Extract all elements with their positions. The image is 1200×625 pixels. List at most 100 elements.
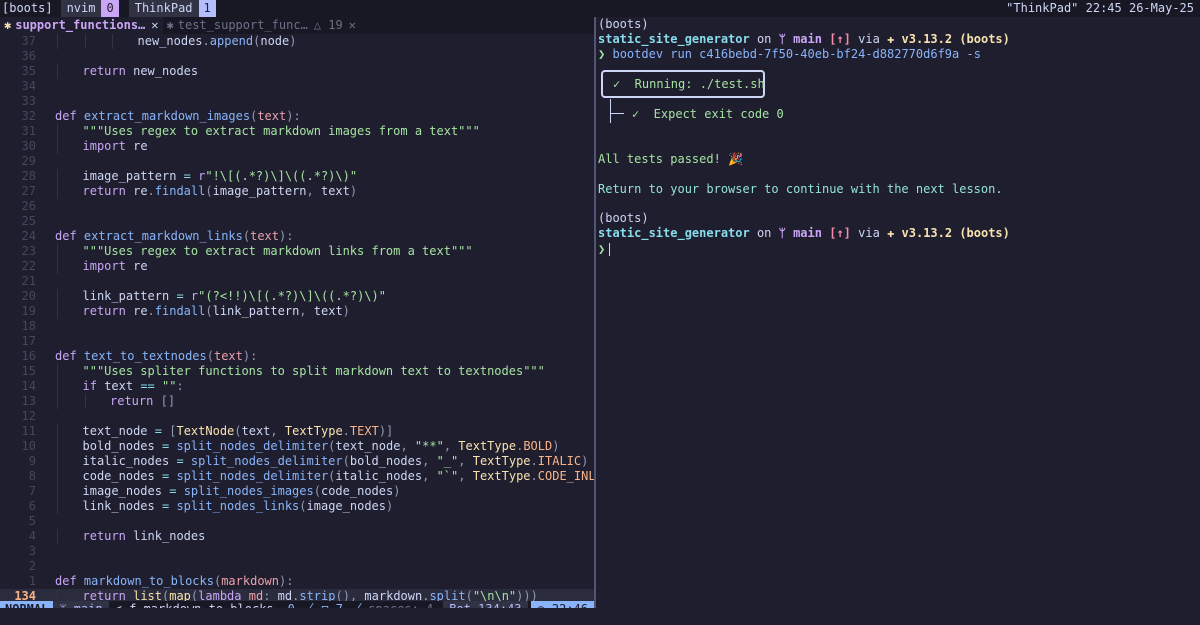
line-number: 30 bbox=[21, 139, 36, 153]
indent-guide bbox=[57, 244, 58, 259]
code-line[interactable]: 5 bbox=[0, 514, 594, 529]
code-line[interactable]: 10 bold_nodes = split_nodes_delimiter(tex… bbox=[0, 439, 594, 454]
python-icon: ✱ bbox=[166, 18, 174, 32]
code-line[interactable]: 21 bbox=[0, 274, 594, 289]
code-line[interactable]: 29 bbox=[0, 154, 594, 169]
line-number: 34 bbox=[21, 79, 36, 93]
tree-connector bbox=[610, 99, 611, 123]
indent-guide bbox=[57, 529, 58, 544]
code-line[interactable]: 4 return link_nodes bbox=[0, 529, 594, 544]
code-line[interactable]: 19 return re.findall(link_pattern, text) bbox=[0, 304, 594, 319]
buffer-tab-test-support-functions[interactable]: ✱ test_support_func… △ 19 ✕ bbox=[163, 17, 360, 34]
return-message: Return to your browser to continue with … bbox=[598, 182, 1003, 196]
code-text: def extract_markdown_images(text): bbox=[55, 109, 301, 123]
tmux-session-name: [boots] bbox=[2, 1, 53, 15]
indent-guide bbox=[57, 64, 58, 79]
tmux-window-thinkpad[interactable]: ThinkPad 1 bbox=[127, 0, 216, 17]
active-prompt[interactable]: ❯ bbox=[598, 242, 611, 257]
indent-guide bbox=[84, 394, 86, 409]
code-line[interactable]: 16 def text_to_textnodes(text): bbox=[0, 349, 594, 364]
code-line[interactable]: 36 bbox=[0, 49, 594, 64]
tmux-window-name: ThinkPad bbox=[128, 0, 199, 17]
buffer-tab-support-functions[interactable]: ✱ support_functions… ✕ bbox=[0, 17, 163, 34]
code-line[interactable]: 23 """Uses regex to extract markdown link… bbox=[0, 244, 594, 259]
code-line[interactable]: 25 bbox=[0, 214, 594, 229]
line-number: 37 bbox=[21, 34, 36, 48]
code-line[interactable]: 14 if text == "": bbox=[0, 379, 594, 394]
indent-guide bbox=[57, 304, 58, 319]
python-icon: ✱ bbox=[4, 18, 12, 32]
line-number: 2 bbox=[28, 559, 36, 573]
code-line[interactable]: 9 italic_nodes = split_nodes_delimiter(bo… bbox=[0, 454, 594, 469]
code-line[interactable]: 17 bbox=[0, 334, 594, 349]
code-line[interactable]: 32 def extract_markdown_images(text): bbox=[0, 109, 594, 124]
nvim-pane[interactable]: ✱ support_functions… ✕ ✱ test_support_fu… bbox=[0, 17, 594, 608]
line-number: 9 bbox=[28, 454, 36, 468]
venv-label: (boots) bbox=[598, 211, 649, 225]
code-text: import re bbox=[82, 259, 148, 273]
code-line[interactable]: 33 bbox=[0, 94, 594, 109]
line-number: 15 bbox=[21, 364, 36, 378]
code-line[interactable]: 8 code_nodes = split_nodes_delimiter(ital… bbox=[0, 469, 594, 484]
code-line[interactable]: 26 bbox=[0, 199, 594, 214]
code-line[interactable]: 27 return re.findall(image_pattern, text) bbox=[0, 184, 594, 199]
git-branch-icon: ᛘ bbox=[778, 226, 794, 240]
code-text: return re.findall(link_pattern, text) bbox=[82, 304, 350, 318]
code-text: italic_nodes = split_nodes_delimiter(bol… bbox=[82, 454, 589, 468]
code-line[interactable]: 37 new_nodes.append(node) bbox=[0, 34, 594, 49]
code-line[interactable]: 3 bbox=[0, 544, 594, 559]
expect-exit-code: ✓ Expect exit code 0 bbox=[632, 107, 784, 121]
tmux-window-index: 1 bbox=[198, 0, 216, 17]
code-line[interactable]: 28 image_pattern = r"!\[(.*?)\]\((.*?)\)" bbox=[0, 169, 594, 184]
code-editor[interactable]: 37 new_nodes.append(node) 36 35 return new_n… bbox=[0, 34, 594, 604]
code-line[interactable]: 7 image_nodes = split_nodes_images(code_n… bbox=[0, 484, 594, 499]
code-line[interactable]: 6 link_nodes = split_nodes_links(image_no… bbox=[0, 499, 594, 514]
line-number: 17 bbox=[21, 334, 36, 348]
close-icon[interactable]: ✕ bbox=[349, 17, 356, 34]
code-line[interactable]: 34 bbox=[0, 79, 594, 94]
tests-passed: All tests passed! 🎉 bbox=[598, 152, 743, 166]
tmux-window-name: nvim bbox=[60, 0, 102, 17]
line-number: 3 bbox=[28, 544, 36, 558]
code-line[interactable]: 24 def extract_markdown_links(text): bbox=[0, 229, 594, 244]
close-icon[interactable]: ✕ bbox=[151, 17, 158, 34]
python-icon: ✚ bbox=[887, 32, 902, 46]
code-line[interactable]: 18 bbox=[0, 319, 594, 334]
code-text: if text == "": bbox=[82, 379, 184, 393]
code-line[interactable]: 31 """Uses regex to extract markdown imag… bbox=[0, 124, 594, 139]
code-line[interactable]: 20 link_pattern = r"(?<!!)\[(.*?)\]\((.*?… bbox=[0, 289, 594, 304]
code-line[interactable]: 2 bbox=[0, 559, 594, 574]
code-line[interactable]: 15 """Uses spliter functions to split mar… bbox=[0, 364, 594, 379]
line-number: 28 bbox=[21, 169, 36, 183]
indent-guide bbox=[57, 439, 58, 454]
code-line[interactable]: 12 bbox=[0, 409, 594, 424]
line-number: 11 bbox=[21, 424, 36, 438]
line-number: 33 bbox=[21, 94, 36, 108]
code-text: def markdown_to_blocks(markdown): bbox=[55, 574, 294, 588]
code-line[interactable]: 11 text_node = [TextNode(text, TextType.T… bbox=[0, 424, 594, 439]
code-line[interactable]: 35 return new_nodes bbox=[0, 64, 594, 79]
pane-divider[interactable] bbox=[594, 17, 596, 608]
tmux-status-bar: [boots] nvim 0 ThinkPad 1 "ThinkPad" 22:… bbox=[0, 0, 1200, 17]
line-number: 6 bbox=[28, 499, 36, 513]
code-text: link_pattern = r"(?<!!)\[(.*?)\]\((.*?)\… bbox=[82, 289, 386, 303]
indent-guide bbox=[112, 34, 113, 49]
text-cursor bbox=[609, 243, 611, 256]
code-text: return re.findall(image_pattern, text) bbox=[82, 184, 358, 198]
code-line[interactable]: 30 import re bbox=[0, 139, 594, 154]
tmux-bottom-strip bbox=[0, 608, 1200, 625]
line-number: 27 bbox=[21, 184, 36, 198]
indent-guide bbox=[57, 289, 58, 304]
code-line[interactable]: 13 return [] bbox=[0, 394, 594, 409]
indent-guide bbox=[57, 484, 58, 499]
indent-guide bbox=[57, 499, 58, 514]
line-number: 32 bbox=[21, 109, 36, 123]
code-line[interactable]: 22 import re bbox=[0, 259, 594, 274]
tmux-window-nvim[interactable]: nvim 0 bbox=[60, 0, 119, 17]
code-line[interactable]: 1 def markdown_to_blocks(markdown): bbox=[0, 574, 594, 589]
line-number: 29 bbox=[21, 154, 36, 168]
line-number: 8 bbox=[28, 469, 36, 483]
line-number: 24 bbox=[21, 229, 36, 243]
terminal-pane[interactable]: (boots) static_site_generator on ᛘ main … bbox=[598, 17, 1198, 608]
indent-guide bbox=[57, 169, 58, 184]
